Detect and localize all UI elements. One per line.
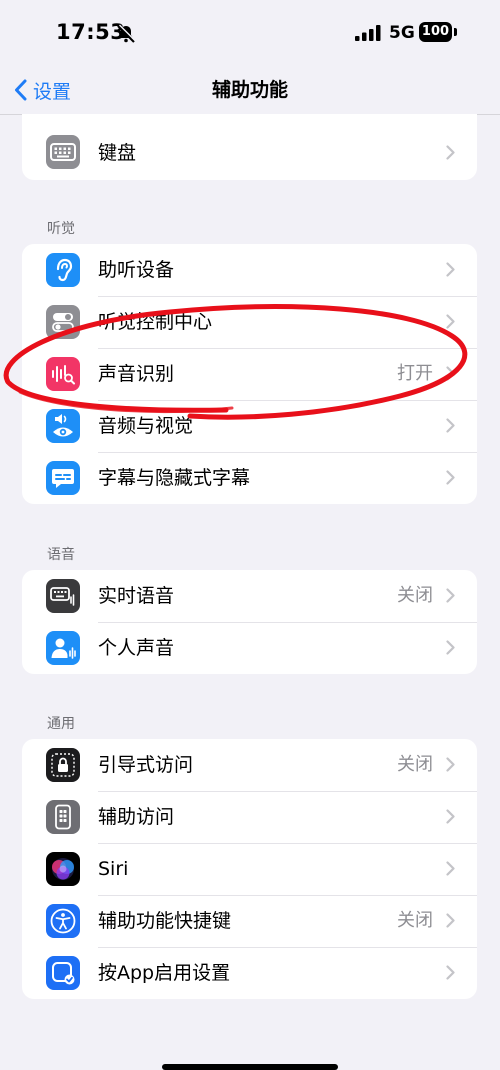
list-item-assistive-access[interactable]: 辅助访问 xyxy=(22,791,477,843)
chevron-right-icon xyxy=(446,588,455,607)
chevron-right-icon xyxy=(446,861,455,880)
silent-bell-icon xyxy=(116,24,136,48)
list-item-label: 字幕与隐藏式字幕 xyxy=(98,467,251,489)
list-item-guided-access[interactable]: 引导式访问 关闭 xyxy=(22,739,477,791)
keyboard-icon xyxy=(46,135,80,169)
list-item-label: 辅助访问 xyxy=(98,806,175,828)
section-header-speech: 语音 xyxy=(47,547,75,563)
list-item-label: 助听设备 xyxy=(98,259,175,281)
accessibility-icon xyxy=(46,904,80,938)
list-item-value: 打开 xyxy=(397,363,433,384)
section-header-general: 通用 xyxy=(47,716,75,732)
chevron-right-icon xyxy=(446,418,455,437)
list-item-label: Siri xyxy=(98,858,129,880)
hearing-group: 助听设备 听觉控制中心 声音识别 打开 音频与视觉 字幕与隐藏式字幕 xyxy=(22,244,477,504)
list-item-per-app-settings[interactable]: 按App启用设置 xyxy=(22,947,477,999)
captions-icon xyxy=(46,461,80,495)
status-time: 17:53 xyxy=(56,20,126,44)
keyboard-waveform-icon xyxy=(46,579,80,613)
list-item-live-speech[interactable]: 实时语音 关闭 xyxy=(22,570,477,622)
speech-group: 实时语音 关闭 个人声音 xyxy=(22,570,477,674)
list-item-value: 关闭 xyxy=(397,910,433,931)
sound-recognition-icon xyxy=(46,357,80,391)
page-title: 辅助功能 xyxy=(211,79,288,101)
list-item-label: 声音识别 xyxy=(98,363,175,385)
toggle-switches-icon xyxy=(46,305,80,339)
chevron-right-icon xyxy=(446,965,455,984)
list-item-personal-voice[interactable]: 个人声音 xyxy=(22,622,477,674)
chevron-right-icon xyxy=(446,314,455,333)
lock-icon xyxy=(46,748,80,782)
chevron-right-icon xyxy=(446,145,455,164)
list-item-siri[interactable]: Siri xyxy=(22,843,477,895)
network-type: 5G xyxy=(389,23,415,43)
list-item-hearing-devices[interactable]: 助听设备 xyxy=(22,244,477,296)
chevron-right-icon xyxy=(446,757,455,776)
chevron-right-icon xyxy=(446,913,455,932)
chevron-right-icon xyxy=(446,262,455,281)
section-header-hearing: 听觉 xyxy=(47,221,75,237)
chevron-right-icon xyxy=(446,640,455,659)
list-item-label: 听觉控制中心 xyxy=(98,311,213,333)
personal-voice-icon xyxy=(46,631,80,665)
siri-icon xyxy=(46,852,80,886)
list-item-label: 个人声音 xyxy=(98,637,175,659)
list-item-value: 关闭 xyxy=(397,754,433,775)
list-item-label: 音频与视觉 xyxy=(98,415,194,437)
chevron-right-icon xyxy=(446,366,455,385)
navigation-bar: 设置 辅助功能 xyxy=(0,66,500,115)
home-indicator[interactable] xyxy=(162,1064,338,1070)
assistive-access-icon xyxy=(46,800,80,834)
app-settings-icon xyxy=(46,956,80,990)
list-item-captions[interactable]: 字幕与隐藏式字幕 xyxy=(22,452,477,504)
list-item-label: 辅助功能快捷键 xyxy=(98,910,232,932)
battery-tip xyxy=(454,28,457,36)
general-group: 引导式访问 关闭 辅助访问 Siri 辅助功能快捷键 关闭 按App启用设置 xyxy=(22,739,477,999)
chevron-right-icon xyxy=(446,809,455,828)
chevron-right-icon xyxy=(446,470,455,489)
list-item-value: 关闭 xyxy=(397,585,433,606)
status-bar: 17:53 5G 100 xyxy=(0,0,500,66)
battery-level: 100 xyxy=(419,22,452,42)
list-item-accessibility-shortcut[interactable]: 辅助功能快捷键 关闭 xyxy=(22,895,477,947)
list-item-label: 键盘 xyxy=(98,142,137,164)
list-item-hearing-control-center[interactable]: 听觉控制中心 xyxy=(22,296,477,348)
list-item-label: 按App启用设置 xyxy=(98,962,231,984)
list-item-keyboard[interactable]: 键盘 xyxy=(22,114,477,180)
list-item-audio-visual[interactable]: 音频与视觉 xyxy=(22,400,477,452)
list-item-sound-recognition[interactable]: 声音识别 打开 xyxy=(22,348,477,400)
audio-visual-icon xyxy=(46,409,80,443)
list-item-label: 引导式访问 xyxy=(98,754,194,776)
cellular-signal-icon xyxy=(355,25,381,45)
list-item-label: 实时语音 xyxy=(98,585,175,607)
ear-icon xyxy=(46,253,80,287)
